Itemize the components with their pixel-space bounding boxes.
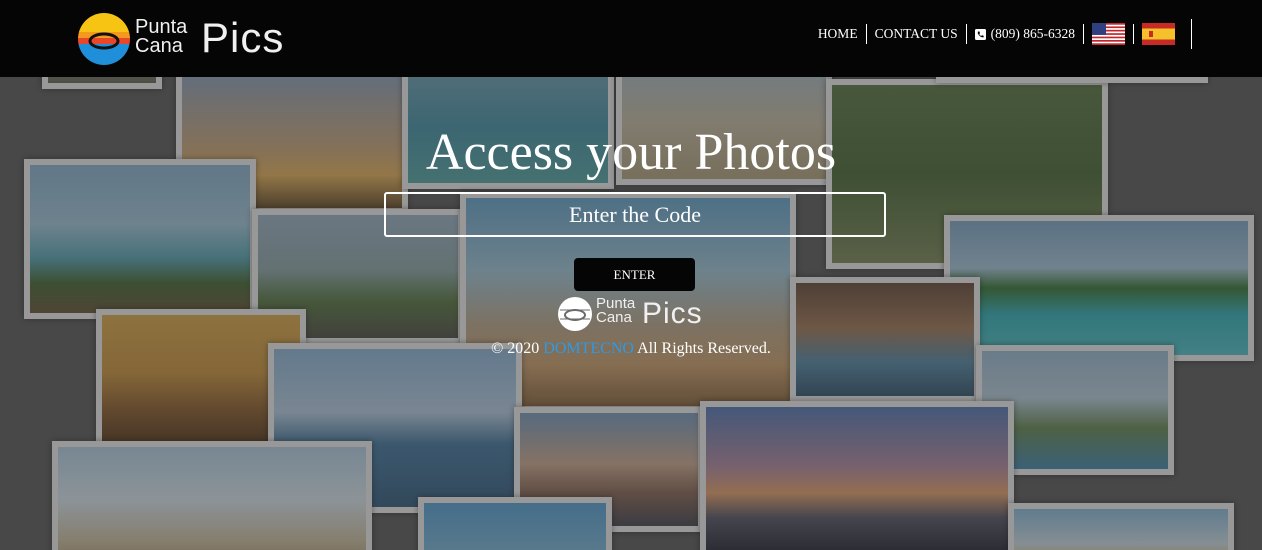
spain-flag-icon[interactable] [1142, 23, 1175, 45]
main-nav: HOME CONTACT US (809) 865-6328 [810, 19, 1192, 49]
sun-logo-icon [78, 13, 130, 65]
copyright-suffix: All Rights Reserved. [637, 340, 771, 357]
nav-divider [1133, 24, 1134, 44]
copyright-text: © 2020 DOMTECNO All Rights Reserved. [0, 340, 1262, 358]
logo-text-punta: Punta [135, 16, 188, 38]
page-title: Access your Photos [425, 124, 837, 181]
nav-phone-link[interactable]: (809) 865-6328 [967, 24, 1083, 44]
footer-logo-text-pics: Pics [642, 297, 703, 330]
nav-divider [1191, 19, 1192, 49]
nav-divider [1083, 24, 1084, 44]
company-link[interactable]: DOMTECNO [543, 340, 634, 357]
access-panel: Access your Photos ENTER Punta Cana Pics… [0, 77, 1262, 550]
footer-logo-text-cana: Cana [596, 309, 632, 326]
enter-button[interactable]: ENTER [574, 258, 695, 291]
phone-icon [974, 28, 986, 40]
copyright-prefix: © 2020 [491, 340, 540, 357]
nav-home-link[interactable]: HOME [810, 24, 866, 44]
site-logo[interactable]: Punta Cana Pics [77, 12, 307, 66]
footer-logo: Punta Cana Pics [556, 295, 708, 333]
logo-text-pics: Pics [201, 14, 285, 61]
logo-text-cana: Cana [135, 35, 183, 57]
phone-number: (809) 865-6328 [990, 26, 1075, 41]
nav-contact-link[interactable]: CONTACT US [867, 24, 966, 44]
us-flag-icon[interactable] [1092, 23, 1125, 45]
footer-logo-icon [558, 297, 592, 331]
code-input[interactable] [384, 192, 886, 237]
top-header: Punta Cana Pics HOME CONTACT US (809) 86… [0, 0, 1262, 77]
